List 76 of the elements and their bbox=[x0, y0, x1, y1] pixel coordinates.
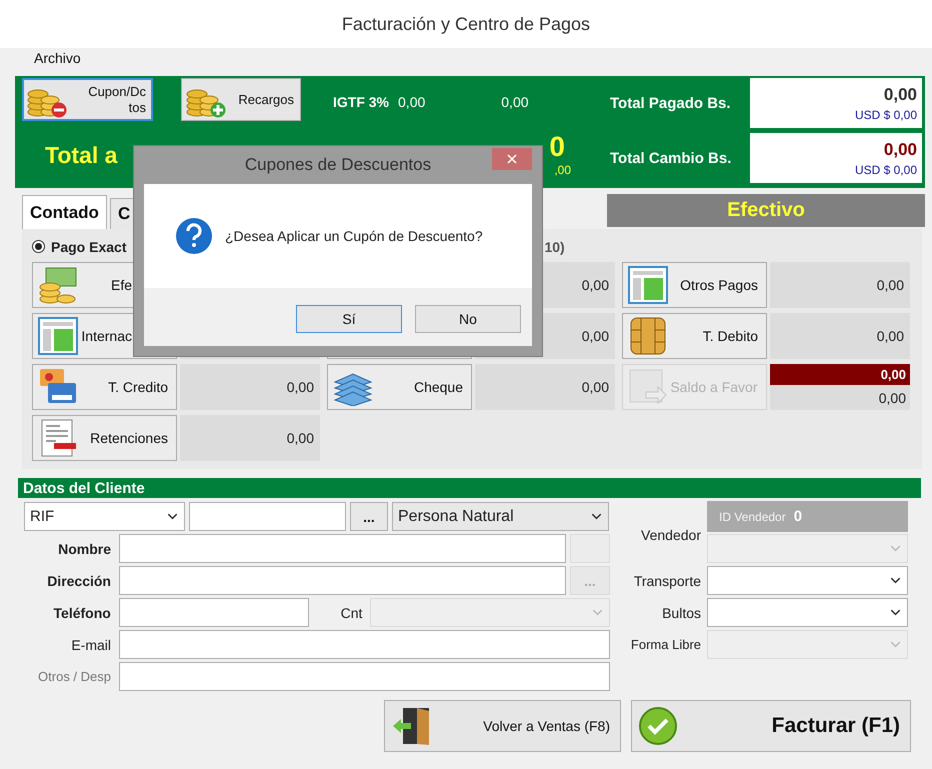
section-title: Datos del Cliente bbox=[23, 480, 145, 496]
input-field[interactable] bbox=[119, 534, 566, 563]
window-title: Facturación y Centro de Pagos bbox=[342, 14, 590, 34]
amount-field: 0,00 bbox=[770, 262, 910, 308]
method-title: Efectivo bbox=[727, 199, 805, 222]
igtf-usd-value: 0,00 bbox=[501, 94, 529, 110]
balance-amount: 0,00 bbox=[770, 364, 910, 385]
back-button[interactable]: Volver a Ventas (F8) bbox=[384, 700, 621, 752]
person-type-select[interactable]: Persona Natural bbox=[392, 502, 609, 531]
field-label: E-mail bbox=[70, 636, 112, 652]
field-label: Vendedor bbox=[640, 526, 701, 542]
total-value: 0 bbox=[549, 131, 565, 163]
plus-badge-icon bbox=[210, 102, 226, 118]
close-icon bbox=[507, 154, 517, 164]
transfer-icon bbox=[628, 368, 668, 406]
id-input[interactable] bbox=[189, 502, 346, 531]
total-usd-value: ,00 bbox=[554, 163, 571, 177]
menu-item[interactable]: Archivo bbox=[34, 50, 81, 66]
seller-id-label: ID Vendedor bbox=[719, 510, 786, 524]
coupon-button[interactable]: Cupon/Dctos bbox=[22, 78, 153, 121]
field-label: Dirección bbox=[46, 572, 112, 588]
field-label: Cnt bbox=[340, 604, 364, 620]
total-label: Total Cambio Bs. bbox=[609, 150, 732, 166]
usd-amount: USD $ 0,00 bbox=[854, 162, 917, 176]
usd-amount: USD $ 0,00 bbox=[854, 108, 917, 122]
igtf-label: IGTF 3% bbox=[333, 94, 390, 110]
invoice-button[interactable]: Facturar (F1) bbox=[631, 700, 911, 752]
amount-field: 0,00 bbox=[475, 364, 615, 410]
id-type-select[interactable]: RIF bbox=[24, 502, 185, 531]
field-label: Teléfono bbox=[52, 604, 112, 620]
total-amount: 0,00 bbox=[884, 84, 917, 104]
money-icon bbox=[38, 266, 78, 304]
close-button[interactable] bbox=[492, 148, 532, 170]
input-field[interactable] bbox=[119, 630, 610, 659]
field-label: Forma Libre bbox=[630, 637, 701, 652]
dialog-button[interactable]: No bbox=[415, 305, 521, 333]
amount-field: 0,00 bbox=[770, 385, 910, 410]
amount-field: 0,00 bbox=[180, 415, 320, 461]
payment-note: 10) bbox=[544, 238, 565, 254]
field-label: Otros / Desp bbox=[37, 669, 112, 684]
window-icon bbox=[38, 317, 78, 355]
tab[interactable]: Contado bbox=[22, 195, 107, 229]
input-field[interactable] bbox=[119, 566, 566, 595]
amount-field: 0,00 bbox=[770, 313, 910, 359]
payment-method-button[interactable]: T. Credito bbox=[32, 364, 177, 410]
payment-method-button[interactable]: Cheque bbox=[327, 364, 472, 410]
credit-card-icon bbox=[38, 368, 78, 406]
payment-method-button[interactable]: Retenciones bbox=[32, 415, 177, 461]
total-label: Total a bbox=[45, 142, 118, 169]
field-label: Transporte bbox=[632, 572, 701, 588]
total-amount: 0,00 bbox=[884, 140, 917, 160]
payment-method-button[interactable]: T. Debito bbox=[622, 313, 767, 359]
minus-badge-icon bbox=[51, 102, 67, 118]
dialog-button[interactable]: Sí bbox=[296, 305, 402, 333]
question-icon bbox=[175, 217, 213, 255]
seller-id-value: 0 bbox=[794, 508, 802, 525]
payment-method-button[interactable]: Otros Pagos bbox=[622, 262, 767, 308]
radio-button[interactable] bbox=[32, 240, 45, 253]
field-label: Nombre bbox=[57, 540, 112, 556]
dialog-message: ¿Desea Aplicar un Cupón de Descuento? bbox=[225, 228, 483, 244]
input-field[interactable] bbox=[118, 598, 309, 627]
amount-field: 0,00 bbox=[180, 364, 320, 410]
chip-icon bbox=[628, 317, 668, 355]
dropdown-select[interactable] bbox=[707, 598, 908, 627]
surcharge-button[interactable]: Recargos bbox=[181, 78, 301, 121]
total-label: Total Pagado Bs. bbox=[609, 94, 732, 112]
radio-label: Pago Exact bbox=[51, 238, 126, 254]
window-icon bbox=[628, 266, 668, 304]
search-button[interactable]: ... bbox=[350, 502, 388, 531]
dialog-title: Cupones de Descuentos bbox=[244, 155, 432, 175]
check-circle-icon bbox=[638, 706, 678, 746]
field-label: Bultos bbox=[661, 604, 701, 620]
input-field[interactable] bbox=[119, 662, 610, 691]
igtf-value: 0,00 bbox=[398, 94, 426, 110]
count-select[interactable] bbox=[370, 598, 610, 627]
dropdown-select[interactable] bbox=[707, 566, 908, 595]
